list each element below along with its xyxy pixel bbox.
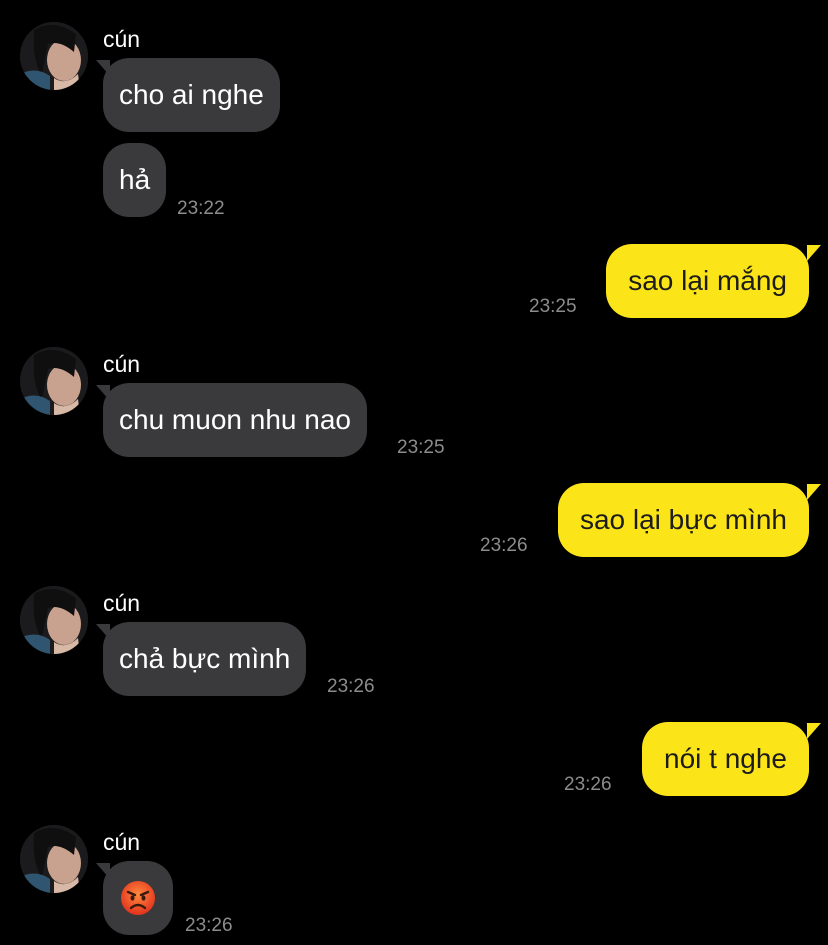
message-timestamp: 23:22: [177, 198, 225, 219]
message-timestamp: 23:26: [564, 774, 612, 795]
bubble-tail: [807, 484, 821, 500]
message-timestamp: 23:26: [480, 535, 528, 556]
message-bubble[interactable]: sao lại bực mình: [557, 483, 809, 557]
sender-name: cún: [103, 351, 141, 377]
message-timestamp: 23:25: [529, 296, 577, 317]
profile-photo-icon: [20, 22, 88, 90]
avatar[interactable]: [20, 347, 88, 415]
message-bubble[interactable]: nói t nghe: [642, 722, 809, 796]
message-bubble[interactable]: [103, 861, 173, 935]
bubble-tail: [807, 245, 821, 261]
sender-name: cún: [103, 829, 141, 855]
avatar[interactable]: [20, 586, 88, 654]
sender-name: cún: [103, 26, 141, 52]
sender-name: cún: [103, 590, 141, 616]
profile-photo-icon: [20, 825, 88, 893]
bubble-tail: [807, 723, 821, 739]
message-bubble[interactable]: hả: [103, 143, 167, 217]
message-timestamp: 23:25: [397, 437, 445, 458]
message-timestamp: 23:26: [327, 676, 375, 697]
message-bubble[interactable]: sao lại mắng: [606, 244, 809, 318]
profile-photo-icon: [20, 347, 88, 415]
avatar[interactable]: [20, 22, 88, 90]
message-bubble[interactable]: cho ai nghe: [103, 58, 280, 132]
profile-photo-icon: [20, 586, 88, 654]
message-timestamp: 23:26: [185, 915, 233, 936]
message-bubble[interactable]: chu muon nhu nao: [103, 383, 367, 457]
avatar[interactable]: [20, 825, 88, 893]
message-bubble[interactable]: chả bực mình: [103, 622, 307, 696]
angry-face-icon: [121, 881, 155, 915]
